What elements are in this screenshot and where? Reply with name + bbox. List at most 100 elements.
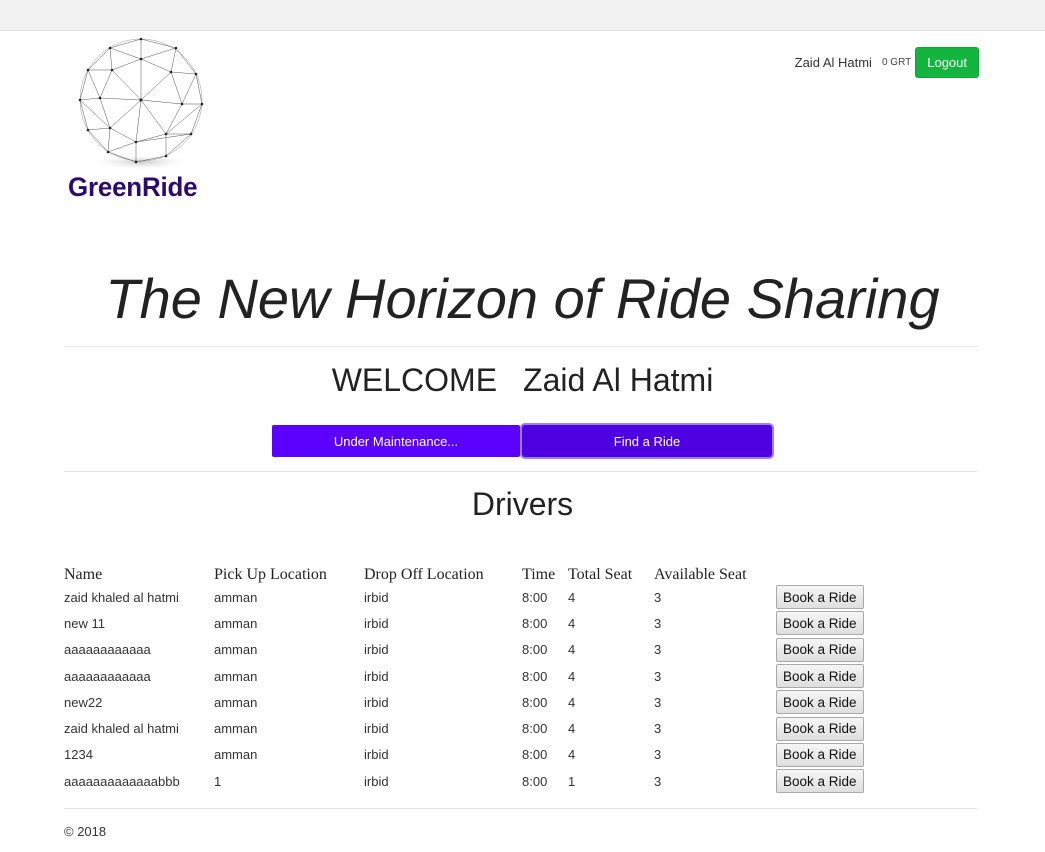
dropoff-location: irbid <box>364 721 389 737</box>
dropoff-location: irbid <box>364 773 389 789</box>
ride-time: 8:00 <box>522 642 548 658</box>
table-row: aaaaaaaaaaaa amman irbid 8:00 4 3 Book a… <box>64 663 864 689</box>
total-seat: 4 <box>568 721 576 737</box>
total-seat: 4 <box>568 747 576 763</box>
total-seat: 4 <box>568 615 576 631</box>
total-seat: 1 <box>568 773 576 789</box>
welcome-user-name: Zaid Al Hatmi <box>523 362 714 398</box>
action-cell: Book a Ride <box>776 584 864 610</box>
ride-time: 8:00 <box>522 694 548 710</box>
column-header-pickup: Pick Up Location <box>214 566 327 583</box>
drivers-title: Drivers <box>471 486 574 522</box>
ride-time: 8:00 <box>522 721 548 737</box>
total-seat: 4 <box>568 642 576 658</box>
geodesic-sphere-icon <box>78 37 204 170</box>
dropoff-location: irbid <box>364 615 389 631</box>
action-cell: Book a Ride <box>776 610 864 636</box>
ride-time: 8:00 <box>522 615 548 631</box>
action-cell: Book a Ride <box>776 715 864 741</box>
driver-name: new22 <box>64 694 103 710</box>
available-seat: 3 <box>654 615 662 631</box>
action-cell: Book a Ride <box>776 663 864 689</box>
book-ride-button[interactable]: Book a Ride <box>776 690 864 715</box>
column-header-total-seat: Total Seat <box>568 566 633 583</box>
pickup-location: amman <box>214 642 258 658</box>
table-row: aaaaaaaaaaaaabbb 1 irbid 8:00 1 3 Book a… <box>64 768 864 794</box>
column-header-action <box>776 560 864 584</box>
available-seat: 3 <box>654 642 662 658</box>
driver-name: aaaaaaaaaaaa <box>64 668 151 684</box>
browser-top-bar <box>0 0 1045 31</box>
table-row: new22 amman irbid 8:00 4 3 Book a Ride <box>64 689 864 715</box>
divider <box>64 346 978 347</box>
driver-name: aaaaaaaaaaaa <box>64 642 151 658</box>
under-maintenance-button[interactable]: Under Maintenance... <box>272 425 520 457</box>
available-seat: 3 <box>654 668 662 684</box>
ride-time: 8:00 <box>522 668 548 684</box>
welcome-heading: WELCOME Zaid Al Hatmi <box>0 360 1045 400</box>
dropoff-location: irbid <box>364 589 389 605</box>
total-seat: 4 <box>568 694 576 710</box>
divider <box>64 808 978 809</box>
drivers-table-body: zaid khaled al hatmi amman irbid 8:00 4 … <box>64 584 864 794</box>
user-box: Zaid Al Hatmi 0 GRT Logout <box>795 47 979 78</box>
find-ride-button[interactable]: Find a Ride <box>522 425 772 457</box>
driver-name: 1234 <box>64 747 93 763</box>
brand-name[interactable]: GreenRide <box>68 172 198 203</box>
book-ride-button[interactable]: Book a Ride <box>776 716 864 741</box>
available-seat: 3 <box>654 747 662 763</box>
book-ride-button[interactable]: Book a Ride <box>776 769 864 794</box>
pickup-location: amman <box>214 721 258 737</box>
action-buttons: Under Maintenance... Find a Ride <box>272 425 772 457</box>
column-header-dropoff: Drop Off Location <box>364 566 484 583</box>
total-seat: 4 <box>568 589 576 605</box>
driver-name: aaaaaaaaaaaaabbb <box>64 773 180 789</box>
ride-time: 8:00 <box>522 589 548 605</box>
total-seat: 4 <box>568 668 576 684</box>
dropoff-location: irbid <box>364 747 389 763</box>
token-balance: 0 GRT <box>881 57 912 68</box>
action-cell: Book a Ride <box>776 768 864 794</box>
column-header-name: Name <box>64 566 103 583</box>
book-ride-button[interactable]: Book a Ride <box>776 611 864 636</box>
table-row: new 11 amman irbid 8:00 4 3 Book a Ride <box>64 610 864 636</box>
dropoff-location: irbid <box>364 694 389 710</box>
drivers-table: Name Pick Up Location Drop Off Location … <box>64 560 864 794</box>
book-ride-button[interactable]: Book a Ride <box>776 664 864 689</box>
action-cell: Book a Ride <box>776 742 864 768</box>
pickup-location: amman <box>214 589 258 605</box>
pickup-location: amman <box>214 615 258 631</box>
book-ride-button[interactable]: Book a Ride <box>776 637 864 662</box>
available-seat: 3 <box>654 694 662 710</box>
driver-name: zaid khaled al hatmi <box>64 589 179 605</box>
column-header-time: Time <box>522 566 556 583</box>
table-row: zaid khaled al hatmi amman irbid 8:00 4 … <box>64 584 864 610</box>
pickup-location: 1 <box>214 773 222 789</box>
action-cell: Book a Ride <box>776 637 864 663</box>
footer-copyright: © 2018 <box>64 824 107 839</box>
available-seat: 3 <box>654 589 662 605</box>
user-name: Zaid Al Hatmi <box>794 55 872 70</box>
book-ride-button[interactable]: Book a Ride <box>776 742 864 767</box>
table-row: aaaaaaaaaaaa amman irbid 8:00 4 3 Book a… <box>64 637 864 663</box>
table-row: zaid khaled al hatmi amman irbid 8:00 4 … <box>64 715 864 741</box>
pickup-location: amman <box>214 668 258 684</box>
action-cell: Book a Ride <box>776 689 864 715</box>
welcome-prefix: WELCOME <box>331 362 498 398</box>
driver-name: new 11 <box>64 615 105 631</box>
pickup-location: amman <box>214 747 258 763</box>
dropoff-location: irbid <box>364 668 389 684</box>
table-header-row: Name Pick Up Location Drop Off Location … <box>64 560 864 584</box>
ride-time: 8:00 <box>522 747 548 763</box>
dropoff-location: irbid <box>364 642 389 658</box>
book-ride-button[interactable]: Book a Ride <box>776 585 864 610</box>
available-seat: 3 <box>654 721 662 737</box>
pickup-location: amman <box>214 694 258 710</box>
table-row: 1234 amman irbid 8:00 4 3 Book a Ride <box>64 742 864 768</box>
column-header-available-seat: Available Seat <box>654 566 747 583</box>
ride-time: 8:00 <box>522 773 548 789</box>
divider <box>64 471 978 472</box>
driver-name: zaid khaled al hatmi <box>64 721 179 737</box>
available-seat: 3 <box>654 773 662 789</box>
logout-button[interactable]: Logout <box>915 47 979 78</box>
